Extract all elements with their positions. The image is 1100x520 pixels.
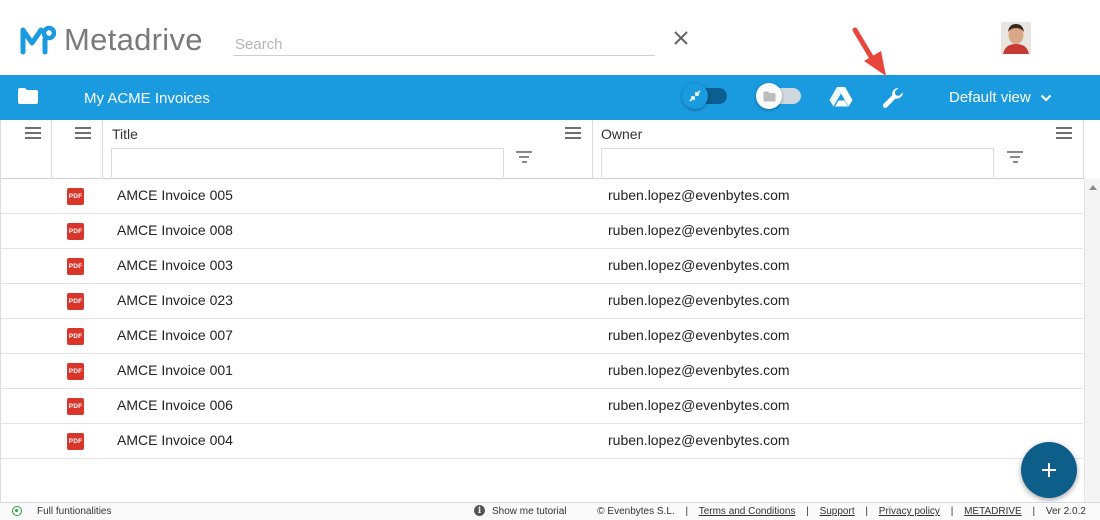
document-grid: Title Owner PDF AMCE Invoice 005 ruben.l… <box>0 120 1100 502</box>
row-title[interactable]: AMCE Invoice 005 <box>117 187 233 203</box>
table-row[interactable]: PDF AMCE Invoice 004 ruben.lopez@evenbyt… <box>1 424 1083 459</box>
row-title[interactable]: AMCE Invoice 003 <box>117 257 233 273</box>
title-column-header[interactable]: Title <box>103 120 593 178</box>
row-owner: ruben.lopez@evenbytes.com <box>608 327 790 343</box>
folder-small-icon <box>763 91 775 101</box>
title-column-label: Title <box>112 126 138 142</box>
copyright-text: © Evenbytes S.L. <box>597 506 675 517</box>
folder-title: My ACME Invoices <box>84 90 210 107</box>
pdf-icon: PDF <box>67 293 84 310</box>
info-icon[interactable]: i <box>474 505 485 516</box>
column-menu-icon[interactable] <box>75 127 91 139</box>
table-row[interactable]: PDF AMCE Invoice 023 ruben.lopez@evenbyt… <box>1 284 1083 319</box>
divider: | <box>806 506 809 517</box>
divider: | <box>950 506 954 517</box>
column-menu-icon[interactable] <box>565 127 581 139</box>
metadrive-logo-icon <box>20 25 56 55</box>
type-column-header <box>52 120 103 178</box>
pdf-icon: PDF <box>67 223 84 240</box>
row-owner: ruben.lopez@evenbytes.com <box>608 432 790 448</box>
folder-toggle-knob <box>756 83 782 109</box>
top-bar: Metadrive <box>0 0 1100 75</box>
sync-toggle[interactable] <box>682 83 727 109</box>
grid-header: Title Owner <box>1 120 1084 179</box>
view-dropdown[interactable]: Default view <box>949 89 1052 106</box>
filter-icon[interactable] <box>516 151 532 163</box>
owner-column-label: Owner <box>601 126 643 142</box>
chevron-down-icon <box>1040 94 1051 102</box>
select-column-header <box>1 120 52 178</box>
plus-icon <box>1048 463 1050 477</box>
folder-icon[interactable] <box>17 87 39 105</box>
table-row[interactable]: PDF AMCE Invoice 003 ruben.lopez@evenbyt… <box>1 249 1083 284</box>
row-title[interactable]: AMCE Invoice 023 <box>117 292 233 308</box>
wrench-icon[interactable] <box>880 85 906 111</box>
view-dropdown-label: Default view <box>949 89 1031 106</box>
table-row[interactable]: PDF AMCE Invoice 001 ruben.lopez@evenbyt… <box>1 354 1083 389</box>
column-menu-icon[interactable] <box>1056 127 1072 139</box>
row-title[interactable]: AMCE Invoice 008 <box>117 222 233 238</box>
sync-toggle-knob <box>682 83 708 109</box>
app-logo[interactable]: Metadrive <box>20 22 203 58</box>
status-text: Full funtionalities <box>37 506 112 517</box>
row-owner: ruben.lopez@evenbytes.com <box>608 397 790 413</box>
vertical-scrollbar[interactable] <box>1084 179 1100 502</box>
divider: | <box>865 506 868 517</box>
divider: | <box>685 506 689 517</box>
owner-column-header[interactable]: Owner <box>593 120 1084 178</box>
status-dot-icon <box>12 506 22 516</box>
row-owner: ruben.lopez@evenbytes.com <box>608 187 790 203</box>
pdf-icon: PDF <box>67 258 84 275</box>
row-owner: ruben.lopez@evenbytes.com <box>608 257 790 273</box>
app-name: Metadrive <box>64 22 203 57</box>
privacy-link[interactable]: Privacy policy <box>879 506 940 517</box>
row-owner: ruben.lopez@evenbytes.com <box>608 362 790 378</box>
filter-icon[interactable] <box>1007 151 1023 163</box>
pdf-icon: PDF <box>67 398 84 415</box>
title-filter-input[interactable] <box>111 148 504 177</box>
avatar[interactable] <box>1001 22 1031 54</box>
status-footer: Full funtionalities i Show me tutorial ©… <box>0 502 1100 520</box>
footer-links: Show me tutorial © Evenbytes S.L. | Term… <box>492 506 1086 517</box>
pdf-icon: PDF <box>67 433 84 450</box>
close-icon[interactable] <box>670 27 692 49</box>
annotation-arrow-icon <box>852 27 886 76</box>
version-text: Ver 2.0.2 <box>1045 506 1086 517</box>
row-title[interactable]: AMCE Invoice 001 <box>117 362 233 378</box>
column-menu-icon[interactable] <box>25 127 41 139</box>
pdf-icon: PDF <box>67 328 84 345</box>
pdf-icon: PDF <box>67 363 84 380</box>
row-owner: ruben.lopez@evenbytes.com <box>608 222 790 238</box>
support-link[interactable]: Support <box>820 506 855 517</box>
folder-toggle[interactable] <box>756 83 801 109</box>
row-owner: ruben.lopez@evenbytes.com <box>608 292 790 308</box>
table-row[interactable]: PDF AMCE Invoice 007 ruben.lopez@evenbyt… <box>1 319 1083 354</box>
google-drive-icon[interactable] <box>829 86 853 107</box>
tutorial-link[interactable]: Show me tutorial <box>492 506 566 517</box>
table-row[interactable]: PDF AMCE Invoice 005 ruben.lopez@evenbyt… <box>1 179 1083 214</box>
row-title[interactable]: AMCE Invoice 004 <box>117 432 233 448</box>
folder-toolbar: My ACME Invoices <box>0 75 1100 120</box>
collapse-arrows-icon <box>689 90 701 102</box>
grid-rows: PDF AMCE Invoice 005 ruben.lopez@evenbyt… <box>1 179 1083 459</box>
row-title[interactable]: AMCE Invoice 007 <box>117 327 233 343</box>
row-title[interactable]: AMCE Invoice 006 <box>117 397 233 413</box>
table-row[interactable]: PDF AMCE Invoice 006 ruben.lopez@evenbyt… <box>1 389 1083 424</box>
owner-filter-input[interactable] <box>601 148 994 177</box>
divider: | <box>1032 506 1036 517</box>
add-document-button[interactable] <box>1021 442 1077 498</box>
search-input[interactable] <box>233 33 655 56</box>
metadrive-link[interactable]: METADRIVE <box>964 506 1022 517</box>
pdf-icon: PDF <box>67 188 84 205</box>
table-row[interactable]: PDF AMCE Invoice 008 ruben.lopez@evenbyt… <box>1 214 1083 249</box>
scroll-up-icon[interactable] <box>1089 185 1097 190</box>
terms-link[interactable]: Terms and Conditions <box>699 506 796 517</box>
